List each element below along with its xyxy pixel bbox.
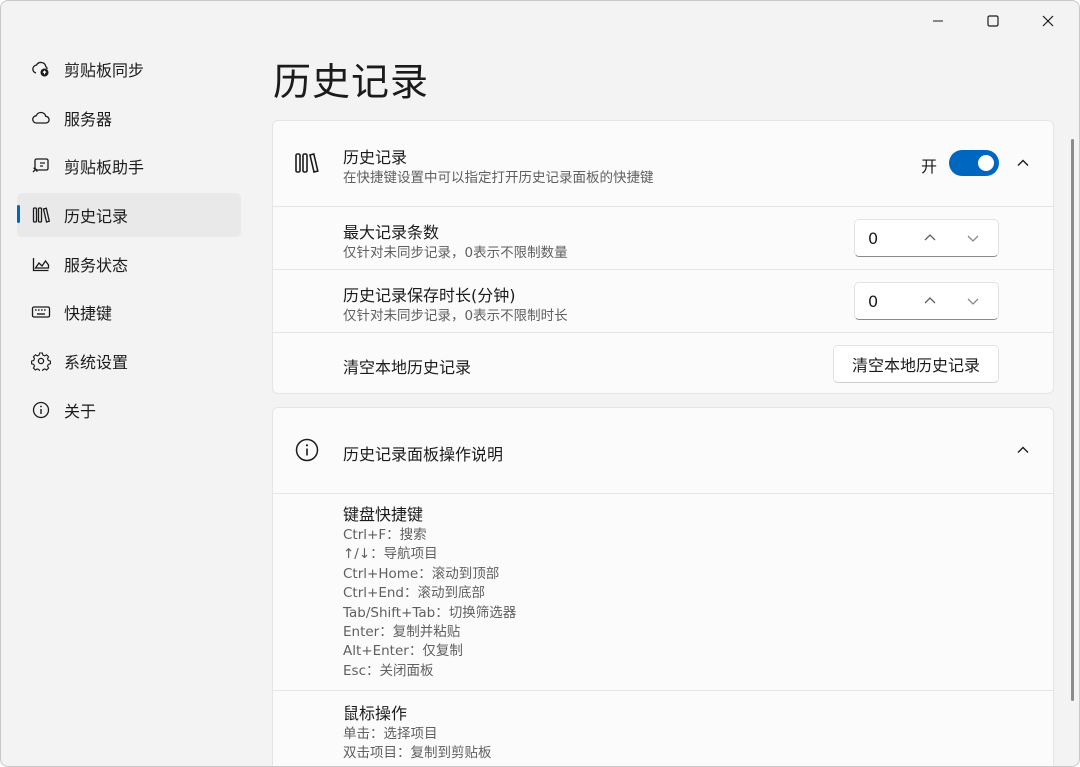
- sidebar-item-clipboard-sync[interactable]: 剪贴板同步: [17, 47, 241, 91]
- close-icon: [1042, 15, 1054, 27]
- help-title: 历史记录面板操作说明: [343, 445, 504, 464]
- mouse-help-title: 鼠标操作: [343, 704, 408, 723]
- maximize-icon: [987, 15, 999, 27]
- max-count-number-box[interactable]: 0: [854, 219, 999, 257]
- sidebar-item-clipboard-assistant[interactable]: 剪贴板助手: [17, 144, 241, 188]
- max-count-title: 最大记录条数: [343, 223, 440, 242]
- info-icon: [293, 436, 321, 464]
- maximize-button[interactable]: [970, 5, 1016, 37]
- sidebar-item-shortcuts[interactable]: 快捷键: [17, 290, 241, 334]
- chevron-up-icon: [924, 297, 936, 304]
- keyboard-icon: [31, 302, 51, 322]
- active-indicator: [17, 205, 20, 224]
- app-window: 剪贴板同步 服务器 剪贴板助手 历史记录 服务状态 快捷键 系统设置 关于 历史…: [0, 0, 1080, 767]
- collapse-button[interactable]: [1011, 151, 1035, 175]
- history-settings-card: 历史记录 在快捷键设置中可以指定打开历史记录面板的快捷键 开 最大记录条数 仅针…: [272, 120, 1054, 394]
- increment-button[interactable]: [918, 227, 942, 249]
- sidebar-item-label: 服务状态: [64, 255, 129, 275]
- gear-icon: [31, 351, 51, 372]
- library-icon: [31, 205, 51, 225]
- sidebar-item-label: 剪贴板同步: [64, 61, 145, 80]
- decrement-button[interactable]: [961, 227, 985, 249]
- retention-description: 仅针对未同步记录，0表示不限制时长: [343, 308, 568, 324]
- sidebar-item-label: 快捷键: [64, 304, 113, 324]
- library-icon: [293, 149, 321, 177]
- history-header-row[interactable]: 历史记录 在快捷键设置中可以指定打开历史记录面板的快捷键 开: [273, 121, 1053, 206]
- sidebar-item-label: 剪贴板助手: [64, 158, 145, 178]
- mouse-help-group: 鼠标操作 单击：选择项目 双击项目：复制到剪贴板: [343, 703, 492, 764]
- history-toggle[interactable]: [949, 150, 999, 176]
- collapse-button[interactable]: [1011, 438, 1035, 462]
- clear-history-button[interactable]: 清空本地历史记录: [833, 345, 999, 383]
- history-description: 在快捷键设置中可以指定打开历史记录面板的快捷键: [343, 170, 654, 186]
- retention-row: 历史记录保存时长(分钟) 仅针对未同步记录，0表示不限制时长 0: [273, 269, 1053, 332]
- help-line: Esc：关闭面板: [343, 662, 434, 679]
- clipboard-assistant-icon: [31, 156, 51, 176]
- minimize-icon: [933, 20, 943, 22]
- help-line: ↑/↓：导航项目: [343, 546, 438, 563]
- help-line: 单击：选择项目: [343, 726, 438, 742]
- increment-button[interactable]: [918, 290, 942, 312]
- help-line: Ctrl+Home：滚动到顶部: [343, 565, 500, 582]
- max-count-description: 仅针对未同步记录，0表示不限制数量: [343, 245, 568, 261]
- minimize-button[interactable]: [915, 5, 961, 37]
- sidebar-item-label: 历史记录: [64, 207, 129, 227]
- info-icon: [31, 400, 51, 420]
- chevron-up-icon: [1017, 159, 1029, 166]
- clear-history-row: 清空本地历史记录 清空本地历史记录: [273, 332, 1053, 393]
- retention-number-box[interactable]: 0: [854, 282, 999, 320]
- sidebar-item-label: 系统设置: [64, 353, 129, 373]
- keyboard-help-row: 键盘快捷键 Ctrl+F：搜索 ↑/↓：导航项目 Ctrl+Home：滚动到顶部…: [273, 493, 1053, 690]
- help-line: Tab/Shift+Tab：切换筛选器: [343, 604, 517, 621]
- history-title: 历史记录: [343, 148, 408, 167]
- keyboard-help-group: 键盘快捷键 Ctrl+F：搜索 ↑/↓：导航项目 Ctrl+Home：滚动到顶部…: [343, 504, 516, 681]
- help-card: 历史记录面板操作说明 键盘快捷键 Ctrl+F：搜索 ↑/↓：导航项目 Ctrl…: [272, 407, 1054, 766]
- help-line: Alt+Enter：仅复制: [343, 643, 463, 660]
- toggle-state-label: 开: [920, 157, 937, 176]
- sidebar-item-history[interactable]: 历史记录: [17, 193, 241, 238]
- scrollbar[interactable]: [1071, 139, 1074, 701]
- sidebar-item-label: 关于: [64, 401, 97, 421]
- help-line: 双击项目：复制到剪贴板: [343, 745, 492, 762]
- sidebar-item-about[interactable]: 关于: [17, 388, 241, 432]
- chevron-down-icon: [967, 235, 979, 242]
- decrement-button[interactable]: [961, 290, 985, 312]
- help-line: Ctrl+End：滚动到底部: [343, 585, 485, 602]
- sidebar-nav: 剪贴板同步 服务器 剪贴板助手 历史记录 服务状态 快捷键 系统设置 关于: [17, 47, 241, 437]
- chevron-down-icon: [967, 298, 979, 305]
- cloud-icon: [31, 108, 51, 128]
- page-title: 历史记录: [273, 60, 430, 104]
- clear-history-title: 清空本地历史记录: [343, 358, 472, 377]
- chevron-up-icon: [924, 234, 936, 241]
- max-count-value: 0: [868, 229, 879, 248]
- toggle-knob: [978, 155, 994, 171]
- help-line: Enter：复制并粘贴: [343, 624, 461, 641]
- close-button[interactable]: [1025, 5, 1071, 37]
- sidebar-item-service-status[interactable]: 服务状态: [17, 242, 241, 286]
- mouse-help-row: 鼠标操作 单击：选择项目 双击项目：复制到剪贴板: [273, 690, 1053, 766]
- retention-title: 历史记录保存时长(分钟): [343, 286, 516, 305]
- cloud-sync-icon: [31, 59, 51, 79]
- max-count-row: 最大记录条数 仅针对未同步记录，0表示不限制数量 0: [273, 206, 1053, 269]
- retention-value: 0: [868, 292, 879, 311]
- chevron-up-icon: [1017, 446, 1029, 453]
- help-header-row[interactable]: 历史记录面板操作说明: [273, 408, 1053, 493]
- sidebar-item-label: 服务器: [64, 109, 113, 129]
- keyboard-help-title: 键盘快捷键: [343, 505, 424, 524]
- sidebar-item-system-settings[interactable]: 系统设置: [17, 339, 241, 383]
- sidebar-item-server[interactable]: 服务器: [17, 96, 241, 140]
- help-line: Ctrl+F：搜索: [343, 527, 427, 543]
- area-chart-icon: [31, 254, 51, 274]
